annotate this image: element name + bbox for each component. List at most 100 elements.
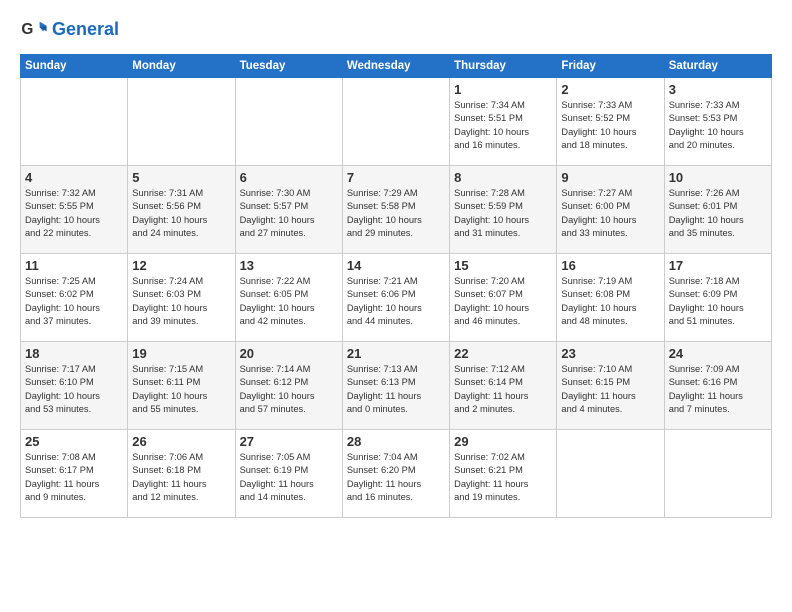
day-number: 12 [132, 258, 230, 273]
day-info: Sunrise: 7:29 AM Sunset: 5:58 PM Dayligh… [347, 187, 445, 241]
day-info: Sunrise: 7:19 AM Sunset: 6:08 PM Dayligh… [561, 275, 659, 329]
svg-text:G: G [21, 21, 33, 38]
weekday-header-saturday: Saturday [664, 55, 771, 78]
calendar-cell: 24 Sunrise: 7:09 AM Sunset: 6:16 PM Dayli… [664, 342, 771, 430]
day-number: 19 [132, 346, 230, 361]
week-row-1: 4 Sunrise: 7:32 AM Sunset: 5:55 PM Daylig… [21, 166, 772, 254]
day-number: 25 [25, 434, 123, 449]
calendar-cell: 2 Sunrise: 7:33 AM Sunset: 5:52 PM Daylig… [557, 78, 664, 166]
calendar-cell [21, 78, 128, 166]
calendar-cell: 4 Sunrise: 7:32 AM Sunset: 5:55 PM Daylig… [21, 166, 128, 254]
weekday-header-tuesday: Tuesday [235, 55, 342, 78]
day-number: 22 [454, 346, 552, 361]
day-info: Sunrise: 7:18 AM Sunset: 6:09 PM Dayligh… [669, 275, 767, 329]
calendar-cell: 14 Sunrise: 7:21 AM Sunset: 6:06 PM Dayli… [342, 254, 449, 342]
day-info: Sunrise: 7:04 AM Sunset: 6:20 PM Dayligh… [347, 451, 445, 505]
day-number: 1 [454, 82, 552, 97]
week-row-0: 1 Sunrise: 7:34 AM Sunset: 5:51 PM Daylig… [21, 78, 772, 166]
day-info: Sunrise: 7:22 AM Sunset: 6:05 PM Dayligh… [240, 275, 338, 329]
day-info: Sunrise: 7:05 AM Sunset: 6:19 PM Dayligh… [240, 451, 338, 505]
day-number: 21 [347, 346, 445, 361]
day-info: Sunrise: 7:32 AM Sunset: 5:55 PM Dayligh… [25, 187, 123, 241]
calendar-cell: 6 Sunrise: 7:30 AM Sunset: 5:57 PM Daylig… [235, 166, 342, 254]
logo: G GeneralBlue [20, 16, 119, 44]
day-info: Sunrise: 7:13 AM Sunset: 6:13 PM Dayligh… [347, 363, 445, 417]
day-number: 14 [347, 258, 445, 273]
calendar-cell: 16Sunrise: 7:19 AM Sunset: 6:08 PM Dayli… [557, 254, 664, 342]
day-info: Sunrise: 7:12 AM Sunset: 6:14 PM Dayligh… [454, 363, 552, 417]
day-info: Sunrise: 7:31 AM Sunset: 5:56 PM Dayligh… [132, 187, 230, 241]
day-number: 8 [454, 170, 552, 185]
calendar-cell: 26 Sunrise: 7:06 AM Sunset: 6:18 PM Dayli… [128, 430, 235, 518]
calendar-cell [557, 430, 664, 518]
calendar-cell [342, 78, 449, 166]
calendar-cell: 28 Sunrise: 7:04 AM Sunset: 6:20 PM Dayli… [342, 430, 449, 518]
calendar-cell: 29Sunrise: 7:02 AM Sunset: 6:21 PM Dayli… [450, 430, 557, 518]
day-info: Sunrise: 7:06 AM Sunset: 6:18 PM Dayligh… [132, 451, 230, 505]
day-number: 13 [240, 258, 338, 273]
week-row-3: 18 Sunrise: 7:17 AM Sunset: 6:10 PM Dayli… [21, 342, 772, 430]
day-number: 29 [454, 434, 552, 449]
day-info: Sunrise: 7:10 AM Sunset: 6:15 PM Dayligh… [561, 363, 659, 417]
day-info: Sunrise: 7:28 AM Sunset: 5:59 PM Dayligh… [454, 187, 552, 241]
calendar-table: SundayMondayTuesdayWednesdayThursdayFrid… [20, 54, 772, 518]
weekday-header-row: SundayMondayTuesdayWednesdayThursdayFrid… [21, 55, 772, 78]
calendar-cell [664, 430, 771, 518]
calendar-cell: 5 Sunrise: 7:31 AM Sunset: 5:56 PM Daylig… [128, 166, 235, 254]
calendar-cell [128, 78, 235, 166]
day-number: 18 [25, 346, 123, 361]
day-number: 20 [240, 346, 338, 361]
calendar-cell: 7 Sunrise: 7:29 AM Sunset: 5:58 PM Daylig… [342, 166, 449, 254]
calendar-cell: 1 Sunrise: 7:34 AM Sunset: 5:51 PM Daylig… [450, 78, 557, 166]
day-number: 2 [561, 82, 659, 97]
day-number: 6 [240, 170, 338, 185]
day-info: Sunrise: 7:34 AM Sunset: 5:51 PM Dayligh… [454, 99, 552, 153]
logo-text: GeneralBlue [52, 20, 119, 40]
day-number: 5 [132, 170, 230, 185]
day-number: 9 [561, 170, 659, 185]
calendar-cell: 17Sunrise: 7:18 AM Sunset: 6:09 PM Dayli… [664, 254, 771, 342]
day-info: Sunrise: 7:26 AM Sunset: 6:01 PM Dayligh… [669, 187, 767, 241]
weekday-header-friday: Friday [557, 55, 664, 78]
calendar-cell: 19 Sunrise: 7:15 AM Sunset: 6:11 PM Dayli… [128, 342, 235, 430]
calendar-cell: 11Sunrise: 7:25 AM Sunset: 6:02 PM Dayli… [21, 254, 128, 342]
day-info: Sunrise: 7:30 AM Sunset: 5:57 PM Dayligh… [240, 187, 338, 241]
day-number: 28 [347, 434, 445, 449]
day-info: Sunrise: 7:24 AM Sunset: 6:03 PM Dayligh… [132, 275, 230, 329]
day-number: 4 [25, 170, 123, 185]
day-info: Sunrise: 7:33 AM Sunset: 5:52 PM Dayligh… [561, 99, 659, 153]
calendar-cell: 3Sunrise: 7:33 AM Sunset: 5:53 PM Daylig… [664, 78, 771, 166]
day-info: Sunrise: 7:27 AM Sunset: 6:00 PM Dayligh… [561, 187, 659, 241]
day-number: 27 [240, 434, 338, 449]
day-info: Sunrise: 7:15 AM Sunset: 6:11 PM Dayligh… [132, 363, 230, 417]
calendar-cell: 13 Sunrise: 7:22 AM Sunset: 6:05 PM Dayli… [235, 254, 342, 342]
calendar-cell: 12 Sunrise: 7:24 AM Sunset: 6:03 PM Dayli… [128, 254, 235, 342]
day-info: Sunrise: 7:20 AM Sunset: 6:07 PM Dayligh… [454, 275, 552, 329]
calendar-cell: 18 Sunrise: 7:17 AM Sunset: 6:10 PM Dayli… [21, 342, 128, 430]
day-info: Sunrise: 7:09 AM Sunset: 6:16 PM Dayligh… [669, 363, 767, 417]
day-info: Sunrise: 7:25 AM Sunset: 6:02 PM Dayligh… [25, 275, 123, 329]
calendar-cell: 21 Sunrise: 7:13 AM Sunset: 6:13 PM Dayli… [342, 342, 449, 430]
weekday-header-monday: Monday [128, 55, 235, 78]
day-info: Sunrise: 7:21 AM Sunset: 6:06 PM Dayligh… [347, 275, 445, 329]
calendar-cell: 10 Sunrise: 7:26 AM Sunset: 6:01 PM Dayli… [664, 166, 771, 254]
day-number: 3 [669, 82, 767, 97]
day-number: 15 [454, 258, 552, 273]
day-info: Sunrise: 7:14 AM Sunset: 6:12 PM Dayligh… [240, 363, 338, 417]
day-number: 7 [347, 170, 445, 185]
day-number: 26 [132, 434, 230, 449]
week-row-2: 11Sunrise: 7:25 AM Sunset: 6:02 PM Dayli… [21, 254, 772, 342]
day-number: 10 [669, 170, 767, 185]
week-row-4: 25Sunrise: 7:08 AM Sunset: 6:17 PM Dayli… [21, 430, 772, 518]
logo-icon: G [20, 16, 48, 44]
calendar-cell: 23 Sunrise: 7:10 AM Sunset: 6:15 PM Dayli… [557, 342, 664, 430]
day-number: 23 [561, 346, 659, 361]
calendar-cell [235, 78, 342, 166]
weekday-header-sunday: Sunday [21, 55, 128, 78]
calendar-cell: 15 Sunrise: 7:20 AM Sunset: 6:07 PM Dayli… [450, 254, 557, 342]
header: G GeneralBlue [20, 16, 772, 44]
calendar-cell: 8 Sunrise: 7:28 AM Sunset: 5:59 PM Daylig… [450, 166, 557, 254]
day-info: Sunrise: 7:17 AM Sunset: 6:10 PM Dayligh… [25, 363, 123, 417]
day-number: 24 [669, 346, 767, 361]
calendar-cell: 25Sunrise: 7:08 AM Sunset: 6:17 PM Dayli… [21, 430, 128, 518]
